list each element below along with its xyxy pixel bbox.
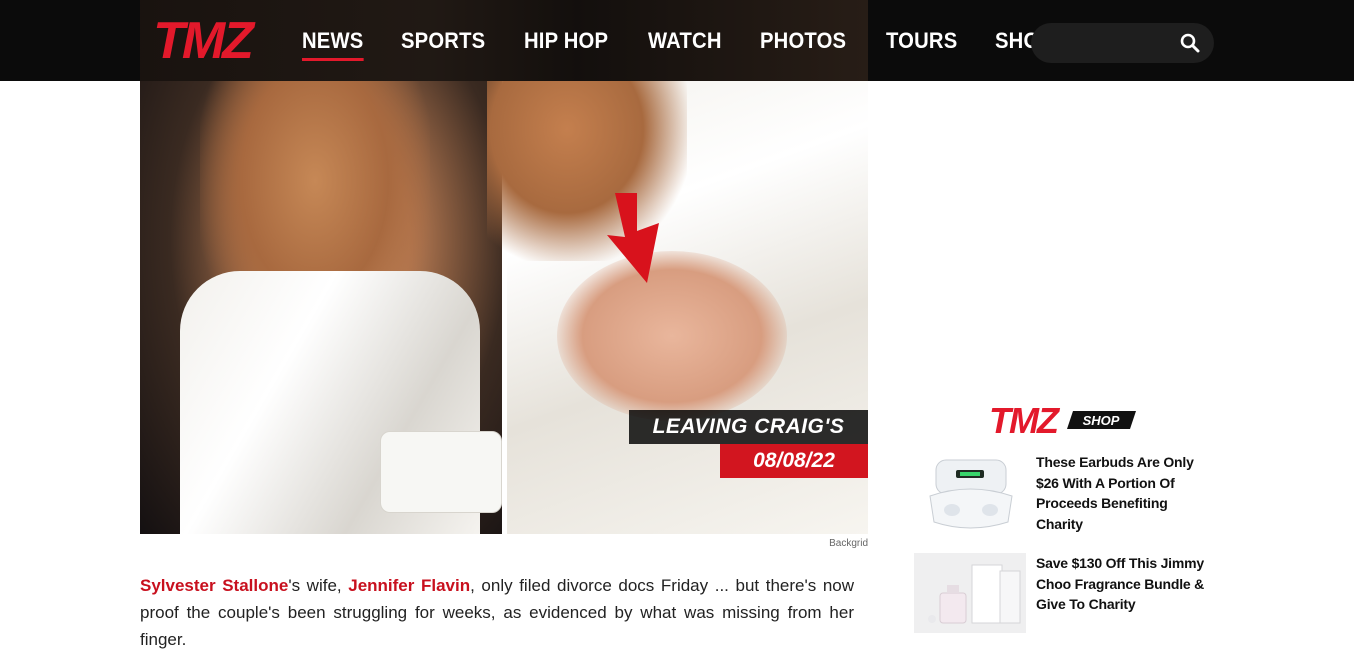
product-title[interactable]: These Earbuds Are Only $26 With A Portio… [1036, 452, 1214, 534]
product-title[interactable]: Save $130 Off This Jimmy Choo Fragrance … [1036, 553, 1214, 633]
nav-photos[interactable]: PHOTOS [760, 28, 846, 54]
article-text-1: 's wife, [288, 576, 349, 595]
link-jennifer-flavin[interactable]: Jennifer Flavin [348, 576, 470, 595]
search-icon[interactable] [1180, 33, 1200, 53]
photo-credit: Backgrid [829, 538, 868, 549]
nav-tours[interactable]: TOURS [886, 28, 957, 54]
shop-logo-tmz: TMZ [989, 403, 1061, 437]
nav-news[interactable]: NEWS [302, 28, 364, 61]
top-navigation-bar: TMZ NEWS SPORTS HIP HOP WATCH PHOTOS TOU… [0, 0, 1354, 81]
location-tag: LEAVING CRAIG'S [629, 410, 868, 444]
product-thumbnail[interactable] [914, 553, 1026, 633]
tmz-logo[interactable]: TMZ [140, 14, 264, 66]
fragrance-bundle-icon [928, 564, 1021, 624]
photo-hand-shape [557, 251, 787, 421]
search-box[interactable] [1031, 23, 1214, 65]
nav-watch[interactable]: WATCH [648, 28, 722, 54]
photo-left-panel [140, 81, 502, 534]
tmz-shop-logo[interactable]: TMZ SHOP [989, 403, 1136, 437]
shop-logo-label: SHOP [1083, 413, 1120, 428]
article-hero-image[interactable]: LEAVING CRAIG'S 08/08/22 [140, 81, 868, 534]
photo-handbag-shape [380, 431, 502, 513]
article-body: Sylvester Stallone's wife, Jennifer Flav… [140, 572, 854, 653]
product-thumbnail[interactable] [914, 452, 1026, 532]
nav-sports[interactable]: SPORTS [401, 28, 485, 54]
search-input[interactable] [1047, 23, 1181, 65]
earbuds-case-icon [929, 459, 1013, 529]
link-sylvester-stallone[interactable]: Sylvester Stallone [140, 576, 288, 595]
main-nav: NEWS SPORTS HIP HOP WATCH PHOTOS TOURS S… [302, 0, 1090, 81]
date-tag: 08/08/22 [720, 444, 868, 478]
shop-product-2[interactable]: Save $130 Off This Jimmy Choo Fragrance … [914, 553, 1214, 633]
tmz-logo-text: TMZ [153, 14, 256, 66]
shop-product-1[interactable]: These Earbuds Are Only $26 With A Portio… [914, 452, 1214, 534]
nav-hip-hop[interactable]: HIP HOP [524, 28, 608, 54]
red-arrow-icon [607, 193, 659, 283]
